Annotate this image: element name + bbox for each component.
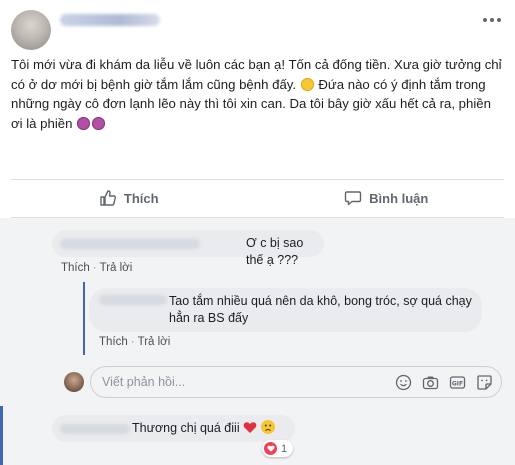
emoji-icon[interactable]	[395, 374, 412, 391]
comment-reply-link[interactable]: Trả lời	[100, 262, 133, 274]
reply-like-link[interactable]: Thích	[99, 336, 128, 348]
thumbs-up-icon	[100, 190, 116, 206]
comment-text: Thương chị quá điii	[132, 421, 240, 435]
reply-text: Tao tắm nhiều quá nên da khô, bong tróc,…	[169, 294, 472, 325]
reply-actions: Thích · Trả lời	[99, 336, 170, 348]
reply-thread-line	[83, 282, 85, 355]
comment-text-wrap: Thương chị quá điii	[132, 420, 276, 437]
facebook-post: Tôi mới vừa đi khám da liễu về luôn các …	[0, 0, 515, 465]
reply-input-tools: GIF	[395, 374, 493, 391]
comment-text: Ơ c bị sao thế ạ ???	[246, 236, 304, 267]
post-body: Tôi mới vừa đi khám da liễu về luôn các …	[11, 55, 506, 133]
angry-purple-emoji-icon	[77, 116, 91, 130]
comment-button-label: Bình luận	[369, 190, 429, 206]
current-user-avatar	[64, 372, 84, 392]
camera-icon[interactable]	[422, 374, 439, 391]
author-name-redacted[interactable]	[60, 14, 160, 26]
sad-face-emoji-icon	[261, 420, 276, 434]
comment-bubble: Thương chị quá điii	[52, 415, 295, 442]
svg-text:GIF: GIF	[452, 380, 463, 387]
reply-reply-link[interactable]: Trả lời	[138, 336, 171, 348]
commenter-name-redacted[interactable]	[60, 239, 200, 249]
reaction-summary[interactable]: 1	[262, 440, 294, 457]
angry-purple-emoji-icon	[92, 116, 106, 130]
separator-dot: ·	[92, 262, 97, 274]
comment-bubble-icon	[344, 191, 362, 206]
love-reaction-icon	[264, 442, 277, 455]
author-avatar[interactable]	[11, 10, 51, 50]
comment-actions: Thích · Trả lời	[61, 262, 132, 274]
new-comment-indicator	[0, 406, 3, 465]
replier-name-redacted[interactable]	[99, 295, 167, 305]
comment-button[interactable]: Bình luận	[258, 180, 515, 216]
reply-input-box[interactable]: GIF	[90, 366, 502, 398]
reply-bubble: Tao tắm nhiều quá nên da khô, bong tróc,…	[89, 288, 482, 332]
smile-emoji-icon	[300, 77, 314, 91]
comment-like-link[interactable]: Thích	[61, 262, 90, 274]
red-heart-emoji-icon	[243, 422, 257, 433]
like-button-label: Thích	[123, 190, 159, 206]
reply-input[interactable]	[102, 373, 382, 391]
like-button[interactable]: Thích	[0, 180, 258, 216]
post-actions-bar: Thích Bình luận	[0, 180, 515, 216]
commenter-name-redacted[interactable]	[60, 424, 130, 434]
gif-icon[interactable]: GIF	[449, 374, 466, 391]
more-options-icon[interactable]	[483, 16, 503, 24]
reaction-count: 1	[281, 442, 288, 455]
separator-dot: ·	[130, 336, 135, 348]
comment-bubble: Ơ c bị sao thế ạ ???	[52, 230, 324, 267]
sticker-icon[interactable]	[476, 374, 493, 391]
